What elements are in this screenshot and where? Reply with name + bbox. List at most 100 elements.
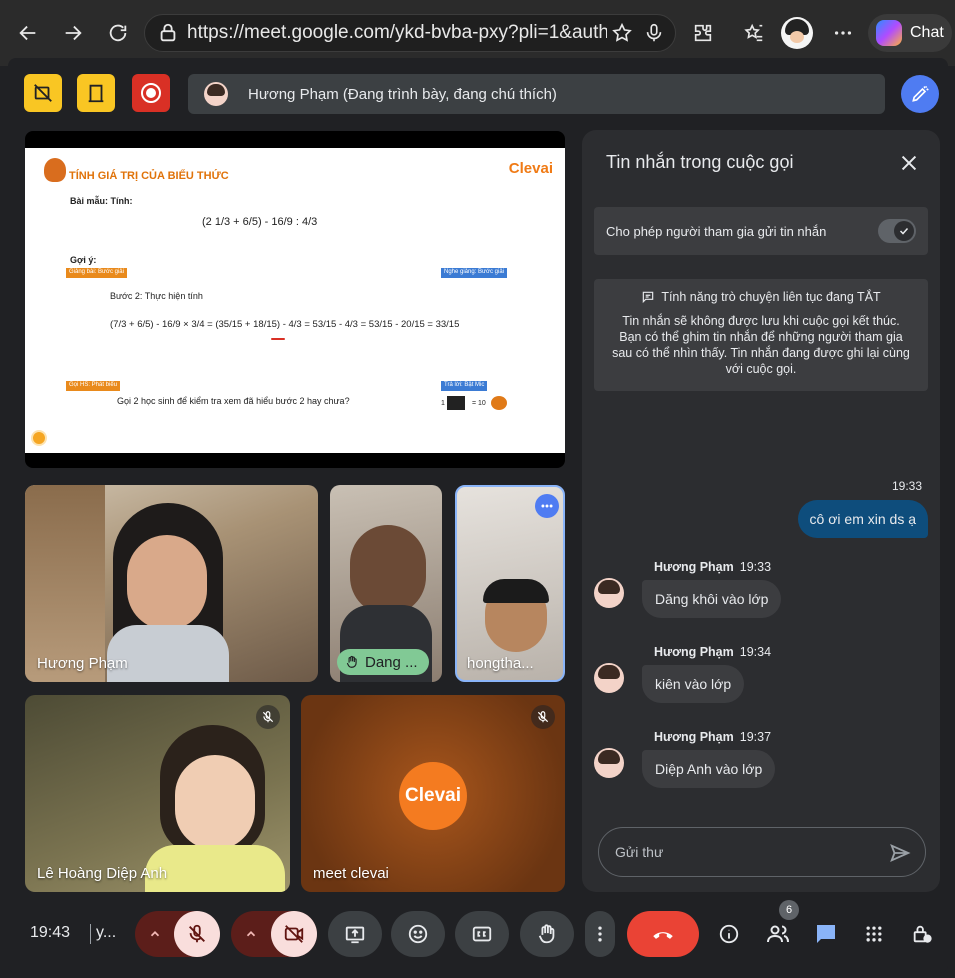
- reactions-button[interactable]: [391, 911, 445, 957]
- send-icon[interactable]: [889, 842, 911, 864]
- camera-off-indicator[interactable]: [24, 74, 62, 112]
- mic-toggle-button[interactable]: [174, 911, 220, 957]
- address-bar[interactable]: https://meet.google.com/ykd-bvba-pxy?pli…: [144, 14, 676, 52]
- tile-name: meet clevai: [313, 865, 389, 882]
- person-face: [175, 755, 255, 850]
- sender-name: Hương Phạm: [654, 560, 734, 574]
- slide-question: Gọi 2 học sinh để kiểm tra xem đã hiểu b…: [117, 396, 350, 406]
- toggle-knob: [894, 221, 914, 241]
- camera-options-button[interactable]: [231, 911, 271, 957]
- person-hair: [483, 579, 549, 603]
- camera-off-icon: [284, 925, 304, 943]
- closed-caption-icon: [472, 926, 492, 942]
- chevron-up-icon: [246, 931, 256, 937]
- annotate-pen-button[interactable]: [901, 75, 939, 113]
- chat-label: Chat: [910, 24, 944, 41]
- back-icon[interactable]: [11, 16, 45, 50]
- slide-tag-goi-hs: Gọi HS: Phát biểu: [66, 381, 121, 391]
- raise-hand-button[interactable]: [520, 911, 574, 957]
- activities-button[interactable]: [854, 911, 894, 957]
- microphone-control: [135, 911, 220, 957]
- more-icon[interactable]: [826, 16, 860, 50]
- slide-expression-1: (2 1/3 + 6/5) - 16/9 : 4/3: [202, 216, 318, 228]
- video-tile-dang[interactable]: Dang ...: [330, 485, 442, 682]
- sender-name: Hương Phạm: [654, 645, 734, 659]
- chevron-up-icon: [150, 931, 160, 937]
- site-info-icon[interactable]: [157, 22, 179, 44]
- captions-button[interactable]: [455, 911, 509, 957]
- recording-icon[interactable]: [132, 74, 170, 112]
- camera-control: [231, 911, 317, 957]
- present-screen-button[interactable]: [328, 911, 382, 957]
- sender-avatar: [594, 578, 624, 608]
- message-input[interactable]: Gửi thư: [598, 827, 926, 877]
- video-tile-meet-clevai[interactable]: Clevai meet clevai: [301, 695, 565, 892]
- people-icon: [767, 925, 789, 943]
- slide-bai-mau: Bài mẫu: Tính:: [70, 196, 133, 206]
- chat-bubble-icon: [643, 291, 654, 304]
- message-bubble: Dăng khôi vào lớp: [642, 580, 782, 618]
- more-horiz-icon: [541, 504, 553, 508]
- chat-panel: Tin nhắn trong cuộc gọi Cho phép người t…: [582, 130, 940, 892]
- video-tile-hongtha[interactable]: hongtha...: [455, 485, 565, 682]
- browser-toolbar: https://meet.google.com/ykd-bvba-pxy?pli…: [0, 0, 955, 66]
- meeting-code: y...: [96, 924, 117, 941]
- allow-messages-toggle[interactable]: [878, 219, 916, 243]
- host-controls-button[interactable]: [902, 911, 942, 957]
- camera-toggle-button[interactable]: [271, 911, 317, 957]
- tile-more-options-button[interactable]: [535, 494, 559, 518]
- more-vert-icon: [598, 926, 602, 942]
- sender-name: Hương Phạm: [654, 730, 734, 744]
- call-end-icon: [653, 932, 673, 939]
- slide-expression-2: (7/3 + 6/5) - 16/9 × 3/4 = (35/15 + 18/1…: [110, 319, 460, 330]
- presenter-banner: Hương Phạm (Đang trình bày, đang chú thí…: [188, 74, 885, 114]
- slide-goi-y: Gợi ý:: [70, 255, 97, 265]
- continuous-chat-info: Tính năng trò chuyện liên tục đang TẮT T…: [594, 279, 928, 391]
- tile-name: Lê Hoàng Diệp Anh: [37, 865, 168, 882]
- chat-icon: [817, 925, 835, 943]
- sender-avatar: [594, 663, 624, 693]
- slide-brand-logo: Clevai: [508, 160, 553, 177]
- tile-name: Hương Phạm: [37, 655, 128, 672]
- message-bubble: kiên vào lớp: [642, 665, 745, 703]
- meet-window: Hương Phạm (Đang trình bày, đang chú thí…: [8, 58, 948, 973]
- slide-reward-left: 1: [441, 400, 445, 407]
- message-input-placeholder: Gửi thư: [615, 844, 664, 860]
- info-title: Tính năng trò chuyện liên tục đang TẮT: [661, 290, 881, 304]
- slide-tag-tra-loi: Trả lời: Bật Mic: [441, 381, 488, 391]
- favorites-icon[interactable]: [737, 16, 771, 50]
- presenter-avatar: [204, 82, 228, 106]
- leave-call-button[interactable]: [627, 911, 699, 957]
- video-tile-le-hoang-diep-anh[interactable]: Lê Hoàng Diệp Anh: [25, 695, 290, 892]
- message-bubble: Diệp Anh vào lớp: [642, 750, 776, 788]
- more-options-button[interactable]: [585, 911, 615, 957]
- squirrel-mascot-icon: [44, 158, 66, 182]
- info-body: Tin nhắn sẽ không được lưu khi cuộc gọi …: [612, 314, 910, 376]
- slide: TÍNH GIÁ TRỊ CỦA BIỂU THỨC Clevai Bài mẫ…: [25, 148, 565, 453]
- present-to-all-icon: [345, 926, 365, 944]
- tile-name: Dang ...: [365, 653, 418, 671]
- presentation-area[interactable]: TÍNH GIÁ TRỊ CỦA BIỂU THỨC Clevai Bài mẫ…: [25, 131, 565, 468]
- mic-off-icon: [537, 711, 549, 723]
- lock-person-icon: [913, 925, 932, 943]
- door-icon[interactable]: [77, 74, 115, 112]
- favorite-star-icon[interactable]: [611, 22, 633, 44]
- microphone-icon[interactable]: [643, 22, 665, 44]
- meeting-details-button[interactable]: [709, 911, 749, 957]
- muted-indicator: [531, 705, 555, 729]
- timer-icon: [31, 430, 47, 446]
- check-icon: [899, 227, 909, 235]
- url-text: https://meet.google.com/ykd-bvba-pxy?pli…: [187, 22, 607, 43]
- hand-icon: [346, 655, 357, 668]
- chat-button[interactable]: [806, 911, 846, 957]
- profile-avatar[interactable]: [781, 17, 813, 49]
- mic-options-button[interactable]: [135, 911, 175, 957]
- reload-icon[interactable]: [101, 16, 135, 50]
- hand-icon: [538, 924, 555, 944]
- close-icon[interactable]: [898, 152, 920, 174]
- forward-icon[interactable]: [56, 16, 90, 50]
- copilot-chat-button[interactable]: Chat: [868, 14, 952, 52]
- slide-tag-giang-bai: Giảng bài: Bước giải: [66, 268, 127, 278]
- video-tile-huong-pham[interactable]: Hương Phạm: [25, 485, 318, 682]
- extensions-icon[interactable]: [686, 16, 720, 50]
